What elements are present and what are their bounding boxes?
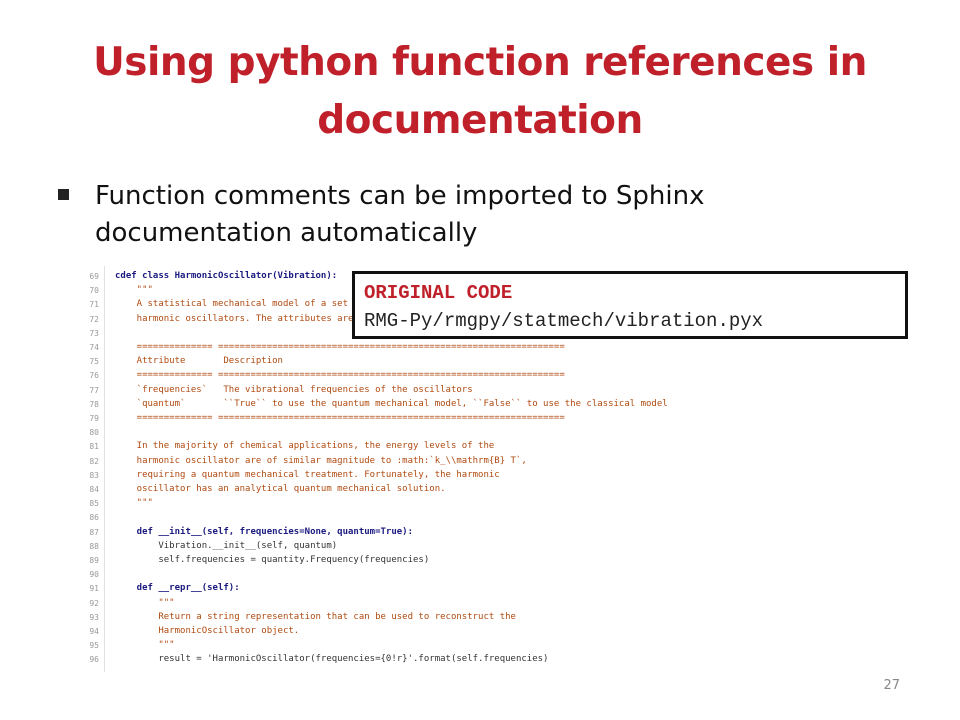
code-text: A statistical mechanical model of a set xyxy=(115,299,348,310)
code-text: Return a string representation that can … xyxy=(115,611,516,622)
line-number: 78 xyxy=(89,399,99,409)
line-number: 75 xyxy=(89,357,99,367)
line-number: 94 xyxy=(89,627,99,636)
line-number: 87 xyxy=(89,527,99,537)
code-text: result = 'HarmonicOscillator(frequencies… xyxy=(115,654,549,665)
line-number: 90 xyxy=(89,570,99,580)
code-text: ============== =========================… xyxy=(115,413,565,423)
line-number: 77 xyxy=(89,385,99,395)
code-text: """ xyxy=(115,498,153,509)
code-text: oscillator has an analytical quantum mec… xyxy=(115,484,446,494)
line-number: 79 xyxy=(89,414,99,423)
callout-path: RMG-Py/rmgpy/statmech/vibration.pyx xyxy=(364,310,764,332)
code-text: self.frequencies = quantity.Frequency(fr… xyxy=(115,555,430,565)
line-number: 88 xyxy=(89,541,99,551)
line-number: 83 xyxy=(89,470,99,480)
line-number: 86 xyxy=(89,513,99,523)
line-number: 84 xyxy=(89,485,99,494)
line-number: 74 xyxy=(89,343,99,352)
line-number: 73 xyxy=(89,328,99,338)
code-text: Attribute Description xyxy=(115,356,283,367)
code-text: ============== =========================… xyxy=(115,342,565,352)
bullet-text: Function comments can be imported to Sph… xyxy=(95,181,705,248)
line-number: 95 xyxy=(89,641,99,651)
code-text: `frequencies` The vibrational frequencie… xyxy=(115,384,473,395)
code-text: """ xyxy=(115,640,175,651)
line-number: 93 xyxy=(89,612,99,622)
line-number: 92 xyxy=(89,598,99,608)
line-number: 91 xyxy=(89,584,99,594)
line-number: 81 xyxy=(89,442,99,452)
line-number: 96 xyxy=(89,655,99,665)
line-number: 85 xyxy=(89,499,99,509)
code-text: """ xyxy=(115,597,175,608)
line-number: 69 xyxy=(89,272,99,281)
callout-title: ORIGINAL CODE xyxy=(364,282,513,304)
code-text: In the majority of chemical applications… xyxy=(115,441,495,452)
code-text: ============== =========================… xyxy=(115,370,565,381)
code-text: Vibration.__init__(self, quantum) xyxy=(115,540,338,551)
line-number: 76 xyxy=(89,371,99,381)
line-number: 71 xyxy=(89,300,99,310)
code-text: """ xyxy=(115,285,153,296)
line-number: 70 xyxy=(89,286,99,296)
original-code-callout: ORIGINAL CODE RMG-Py/rmgpy/statmech/vibr… xyxy=(352,271,908,339)
code-text: def __repr__(self): xyxy=(115,583,240,594)
code-text: cdef class HarmonicOscillator(Vibration)… xyxy=(115,271,338,281)
line-number: 72 xyxy=(89,314,99,324)
page-number: 27 xyxy=(883,678,900,693)
slide-title: Using python function references in docu… xyxy=(93,40,867,143)
line-number: 80 xyxy=(89,428,99,438)
code-text: def __init__(self, frequencies=None, qua… xyxy=(115,526,414,537)
code-text: harmonic oscillator are of similar magni… xyxy=(115,455,527,466)
line-number: 82 xyxy=(89,456,99,466)
line-number: 89 xyxy=(89,556,99,565)
code-text: harmonic oscillators. The attributes are xyxy=(115,313,354,324)
code-text: requiring a quantum mechanical treatment… xyxy=(115,469,500,480)
square-bullet-icon xyxy=(58,189,69,200)
code-text: `quantum` ``True`` to use the quantum me… xyxy=(115,398,668,409)
code-text: HarmonicOscillator object. xyxy=(115,626,300,636)
